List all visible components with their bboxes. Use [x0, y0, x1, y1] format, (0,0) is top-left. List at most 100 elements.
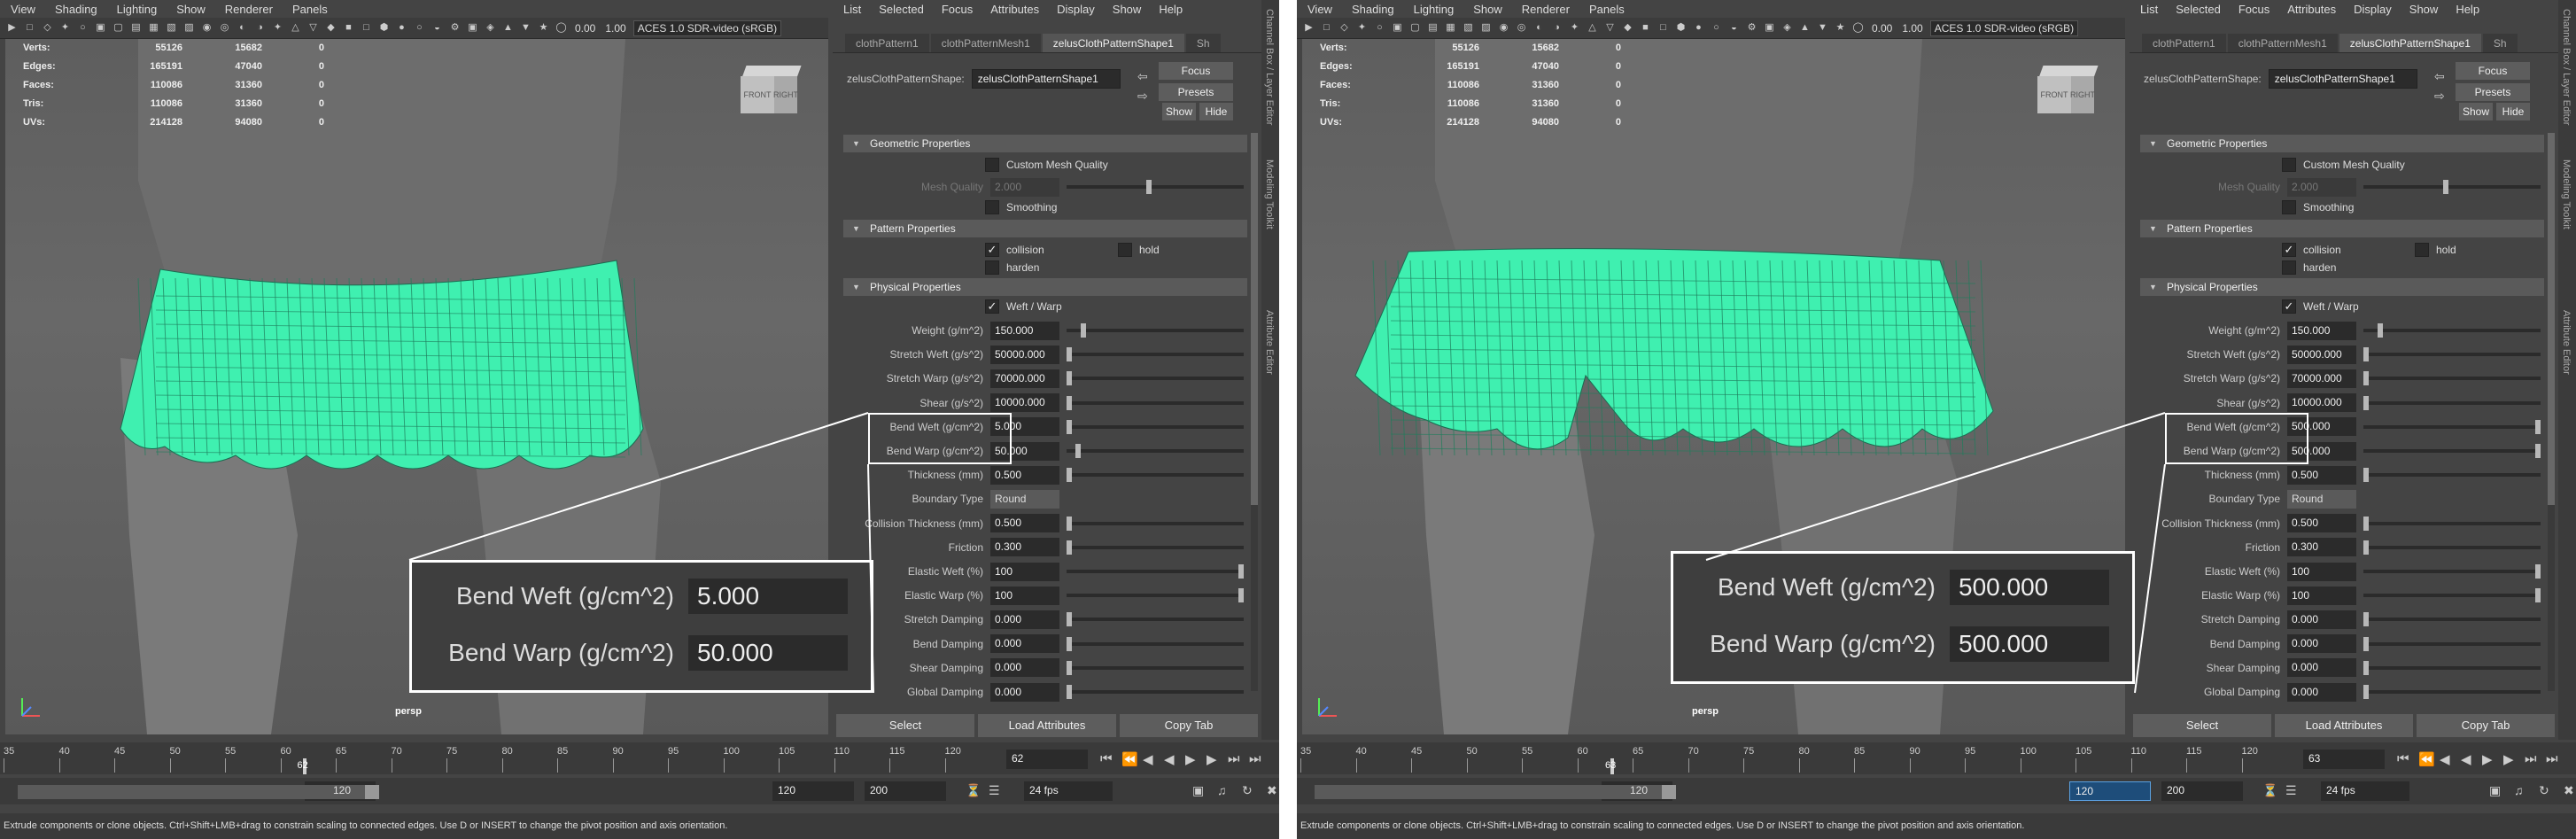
toolbar-tool-icon[interactable]: ○: [1373, 21, 1386, 35]
section-pattern[interactable]: Pattern Properties: [2140, 220, 2544, 237]
custom-mesh-quality-checkbox[interactable]: [2282, 158, 2296, 172]
slider-knob[interactable]: [1067, 371, 1072, 386]
attr-value-field[interactable]: 10000.000: [990, 393, 1059, 413]
tab-3[interactable]: Sh: [2482, 34, 2518, 52]
slider-knob[interactable]: [1238, 588, 1244, 603]
playback-button-icon[interactable]: ▶: [2482, 751, 2493, 767]
tab-1[interactable]: clothPatternMesh1: [930, 34, 1041, 52]
tab-0[interactable]: clothPattern1: [845, 34, 929, 52]
toolbar-tool-icon[interactable]: ◈: [484, 21, 497, 35]
toolbar-tool-icon[interactable]: ▶: [5, 21, 19, 35]
toolbar-tool-icon[interactable]: ○: [413, 21, 426, 35]
toolbar-tool-icon[interactable]: ▣: [466, 21, 479, 35]
custom-mesh-quality-row[interactable]: Custom Mesh Quality: [2282, 158, 2405, 172]
tab-2[interactable]: zelusClothPatternShape1: [2339, 34, 2481, 52]
attr-slider[interactable]: [1067, 419, 1244, 434]
slider-knob[interactable]: [2363, 395, 2369, 410]
toolbar-tool-icon[interactable]: △: [289, 21, 302, 35]
menu-shading[interactable]: Shading: [1352, 3, 1394, 16]
shape-nav-icon[interactable]: ⇨: [1137, 89, 1148, 104]
presets-button[interactable]: Presets: [1159, 83, 1233, 101]
playback-button-icon[interactable]: ◀: [1164, 751, 1175, 767]
slider-knob[interactable]: [1067, 419, 1072, 434]
toolbar-tool-icon[interactable]: ▼: [519, 21, 532, 35]
attr-value-field[interactable]: 100: [2287, 586, 2356, 605]
show-button[interactable]: Show: [2459, 103, 2493, 120]
range-bar-handle[interactable]: [365, 785, 379, 799]
slider-knob[interactable]: [2363, 540, 2369, 555]
shape-nav-icon[interactable]: ⇨: [2434, 89, 2445, 104]
slider-knob[interactable]: [1067, 468, 1072, 483]
playback-button-icon[interactable]: ⏮: [2397, 751, 2409, 766]
menu-view[interactable]: View: [1307, 3, 1332, 16]
range-tool-icon[interactable]: ☰: [989, 783, 1000, 798]
slider-knob[interactable]: [2363, 612, 2369, 627]
animation-start-field[interactable]: 120: [2069, 781, 2151, 801]
slider-knob[interactable]: [2363, 468, 2369, 483]
side-tab[interactable]: Channel Box / Layer Editor: [1264, 9, 1275, 125]
shape-name-input[interactable]: zelusClothPatternShape1: [971, 69, 1121, 89]
view-cube-front[interactable]: FRONT: [741, 76, 774, 113]
attr-value-field[interactable]: 150.000: [2287, 321, 2356, 340]
attr-menu-selected[interactable]: Selected: [879, 3, 924, 16]
attr-value-field[interactable]: 0.300: [2287, 538, 2356, 557]
attr-scrollbar[interactable]: [2548, 133, 2555, 691]
playback-button-icon[interactable]: ◀: [1143, 751, 1153, 767]
attr-menu-help[interactable]: Help: [1159, 3, 1183, 16]
load-attributes-button[interactable]: Load Attributes: [978, 714, 1116, 737]
menu-shading[interactable]: Shading: [55, 3, 97, 16]
hide-button[interactable]: Hide: [1199, 103, 1233, 120]
range-tool-icon[interactable]: ↻: [2539, 783, 2549, 798]
toolbar-tool-icon[interactable]: ▢: [1408, 21, 1422, 35]
menu-renderer[interactable]: Renderer: [225, 3, 273, 16]
toolbar-tool-icon[interactable]: ✦: [271, 21, 284, 35]
toolbar-tool-icon[interactable]: ▦: [147, 21, 160, 35]
slider-knob[interactable]: [2535, 444, 2541, 458]
menu-lighting[interactable]: Lighting: [117, 3, 158, 16]
attr-menu-list[interactable]: List: [843, 3, 861, 16]
boundary-type-dropdown[interactable]: Round: [2287, 489, 2356, 509]
copy-tab-button[interactable]: Copy Tab: [2417, 714, 2555, 737]
weft-warp-row[interactable]: ✓ Weft / Warp: [2282, 299, 2359, 314]
attr-value-field[interactable]: 0.500: [2287, 514, 2356, 533]
toolbar-tool-icon[interactable]: ▦: [1444, 21, 1457, 35]
attr-value-field[interactable]: 0.000: [990, 634, 1059, 654]
playback-button-icon[interactable]: ⏪: [2418, 751, 2435, 767]
attr-slider[interactable]: [1067, 516, 1244, 531]
toolbar-tool-icon[interactable]: ▤: [1426, 21, 1439, 35]
attr-menu-display[interactable]: Display: [2354, 3, 2392, 16]
harden-checkbox[interactable]: [2282, 260, 2296, 275]
attr-value-field[interactable]: 70000.000: [2287, 369, 2356, 388]
toolbar-tool-icon[interactable]: ⬢: [1674, 21, 1688, 35]
slider-knob[interactable]: [2535, 564, 2541, 579]
playback-button-icon[interactable]: ⏭: [1228, 751, 1240, 766]
attr-slider[interactable]: [2363, 468, 2541, 483]
toolbar-tool-icon[interactable]: □: [1320, 21, 1333, 35]
toolbar-tool-icon[interactable]: ▽: [1603, 21, 1617, 35]
attr-slider[interactable]: [1067, 564, 1244, 579]
toolbar-tool-icon[interactable]: ○: [76, 21, 89, 35]
hold-row[interactable]: hold: [2415, 243, 2456, 257]
toolbar-tool-icon[interactable]: ▧: [165, 21, 178, 35]
attr-scrollbar-thumb[interactable]: [1251, 133, 1258, 505]
menu-show[interactable]: Show: [176, 3, 206, 16]
smoothing-row[interactable]: Smoothing: [2282, 200, 2354, 214]
side-tab[interactable]: Modeling Toolkit: [1264, 159, 1275, 229]
attr-menu-help[interactable]: Help: [2456, 3, 2479, 16]
playback-button-icon[interactable]: ▶: [1207, 751, 1217, 767]
attr-slider[interactable]: [1067, 395, 1244, 410]
attr-value-field[interactable]: 50000.000: [990, 345, 1059, 364]
slider-knob[interactable]: [1067, 395, 1072, 410]
toolbar-tool-icon[interactable]: ⬢: [377, 21, 391, 35]
toolbar-tool-icon[interactable]: ◯: [555, 21, 568, 35]
attr-slider[interactable]: [1067, 444, 1244, 458]
slider-knob[interactable]: [1067, 685, 1072, 699]
attr-menu-show[interactable]: Show: [1113, 3, 1142, 16]
exposure-value[interactable]: 0.00: [1869, 22, 1895, 35]
slider-knob[interactable]: [2363, 660, 2369, 675]
toolbar-tool-icon[interactable]: ◈: [1781, 21, 1794, 35]
menu-lighting[interactable]: Lighting: [1414, 3, 1455, 16]
attr-slider[interactable]: [1067, 685, 1244, 699]
section-geometric[interactable]: Geometric Properties: [2140, 135, 2544, 152]
attr-menu-attributes[interactable]: Attributes: [2287, 3, 2336, 16]
